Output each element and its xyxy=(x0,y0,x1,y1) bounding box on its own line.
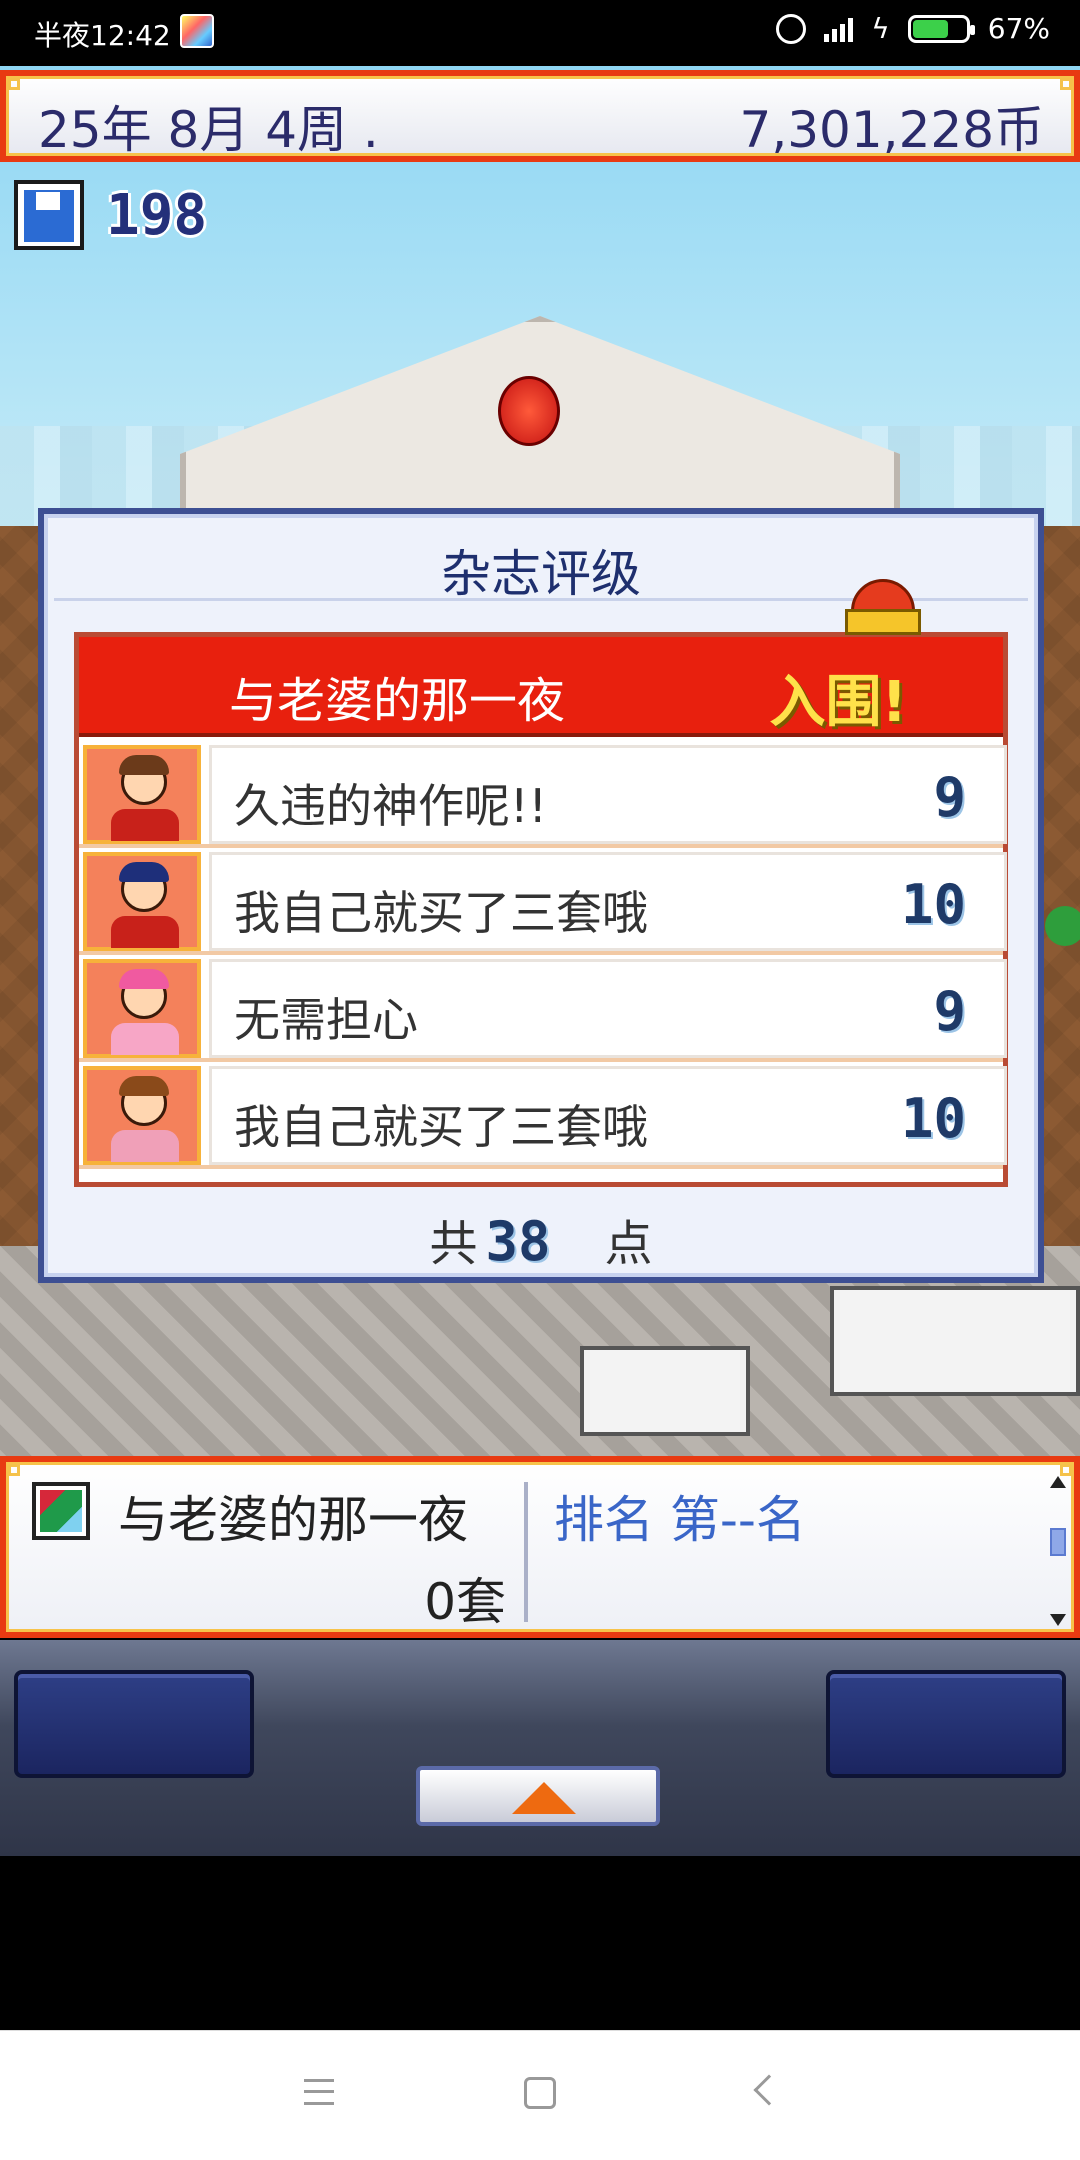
reviewer-avatar xyxy=(83,959,201,1058)
left-action-button[interactable] xyxy=(14,1670,254,1778)
office-shelf xyxy=(830,1286,1080,1396)
battery-icon xyxy=(907,14,975,43)
review-list: 久违的神作呢!! 9 我自己就买了三套哦 10 无需担心 9 我自己就买了三套哦… xyxy=(79,741,1007,1169)
back-icon[interactable] xyxy=(753,2074,785,2106)
magazine-rating-dialog[interactable]: 杂志评级 与老婆的那一夜 入围! 久违的神作呢!! 9 我自己就买了三套哦 10… xyxy=(38,508,1044,1283)
menu-up-button[interactable] xyxy=(416,1766,660,1826)
right-action-button[interactable] xyxy=(826,1670,1066,1778)
review-row: 久违的神作呢!! 9 xyxy=(79,741,1007,848)
total-unit: 点 xyxy=(604,1216,653,1272)
reviewed-game-title: 与老婆的那一夜 xyxy=(229,673,566,729)
review-comment: 我自己就买了三套哦 xyxy=(234,886,648,940)
review-box: 与老婆的那一夜 入围! 久违的神作呢!! 9 我自己就买了三套哦 10 无需担心… xyxy=(74,579,1008,1187)
info-game-title: 与老婆的那一夜 xyxy=(118,1491,468,1549)
status-icons: ϟ 67% xyxy=(776,12,1050,45)
money-amount: 7,301,228币 xyxy=(739,101,1044,159)
game-date: 25年 8月 4周 . xyxy=(38,101,379,159)
alarm-icon xyxy=(776,13,807,44)
battery-percent: 67% xyxy=(987,12,1050,45)
save-counter[interactable]: 198 xyxy=(14,180,207,250)
up-arrow-icon xyxy=(512,1782,576,1814)
frame-corner xyxy=(8,1464,20,1476)
reviewer-avatar xyxy=(83,852,201,951)
system-nav-bar xyxy=(0,2030,1080,2160)
date-money-bar: 25年 8月 4周 . 7,301,228币 xyxy=(0,70,1080,162)
frame-corner xyxy=(8,78,20,90)
review-comment-box: 我自己就买了三套哦 10 xyxy=(209,852,1007,951)
status-bar: 半夜12:42 ϟ 67% xyxy=(0,0,1080,66)
reviewer-avatar xyxy=(83,745,201,844)
review-comment-box: 无需担心 9 xyxy=(209,959,1007,1058)
save-count: 198 xyxy=(106,182,208,248)
review-comment: 我自己就买了三套哦 xyxy=(234,1100,648,1154)
info-rank: 排名 第--名 xyxy=(554,1491,806,1549)
charging-icon: ϟ xyxy=(871,12,890,45)
status-time: 半夜12:42 xyxy=(34,19,171,52)
review-row: 我自己就买了三套哦 10 xyxy=(79,1062,1007,1169)
review-score: 10 xyxy=(900,1087,966,1150)
total-score: 共 38 点 xyxy=(44,1204,1038,1274)
review-row: 我自己就买了三套哦 10 xyxy=(79,848,1007,955)
office-desk xyxy=(580,1346,750,1436)
plant-icon xyxy=(1045,906,1080,946)
floppy-disk-icon[interactable] xyxy=(14,180,84,250)
review-score: 9 xyxy=(933,980,966,1043)
review-header: 与老婆的那一夜 入围! xyxy=(79,579,1003,737)
home-icon[interactable] xyxy=(524,2077,556,2109)
crown-icon xyxy=(839,575,927,639)
total-prefix: 共 xyxy=(429,1216,478,1272)
scroll-thumb[interactable] xyxy=(1050,1528,1066,1556)
scroll-down-icon[interactable] xyxy=(1050,1614,1066,1626)
menu-icon[interactable] xyxy=(304,2079,334,2105)
rating-result: 入围! xyxy=(769,670,907,735)
red-lantern-icon xyxy=(498,376,560,446)
reviewer-avatar xyxy=(83,1066,201,1165)
total-value: 38 xyxy=(485,1210,551,1273)
review-score: 9 xyxy=(933,766,966,829)
review-comment-box: 久违的神作呢!! 9 xyxy=(209,745,1007,844)
game-cover-icon xyxy=(32,1482,90,1540)
review-comment-box: 我自己就买了三套哦 10 xyxy=(209,1066,1007,1165)
review-row: 无需担心 9 xyxy=(79,955,1007,1062)
panel-divider xyxy=(524,1482,528,1622)
frame-corner xyxy=(1060,1464,1072,1476)
game-notification-icon xyxy=(180,14,214,48)
control-bar xyxy=(0,1640,1080,1856)
info-scrollbar[interactable] xyxy=(1048,1476,1068,1626)
review-comment: 久违的神作呢!! xyxy=(234,779,547,833)
game-info-panel: 与老婆的那一夜 0套 排名 第--名 xyxy=(0,1456,1080,1638)
scroll-up-icon[interactable] xyxy=(1050,1476,1066,1488)
frame-corner xyxy=(1060,78,1072,90)
review-score: 10 xyxy=(900,873,966,936)
info-sales: 0套 xyxy=(424,1573,506,1631)
signal-icon xyxy=(824,16,854,42)
review-comment: 无需担心 xyxy=(234,993,418,1047)
